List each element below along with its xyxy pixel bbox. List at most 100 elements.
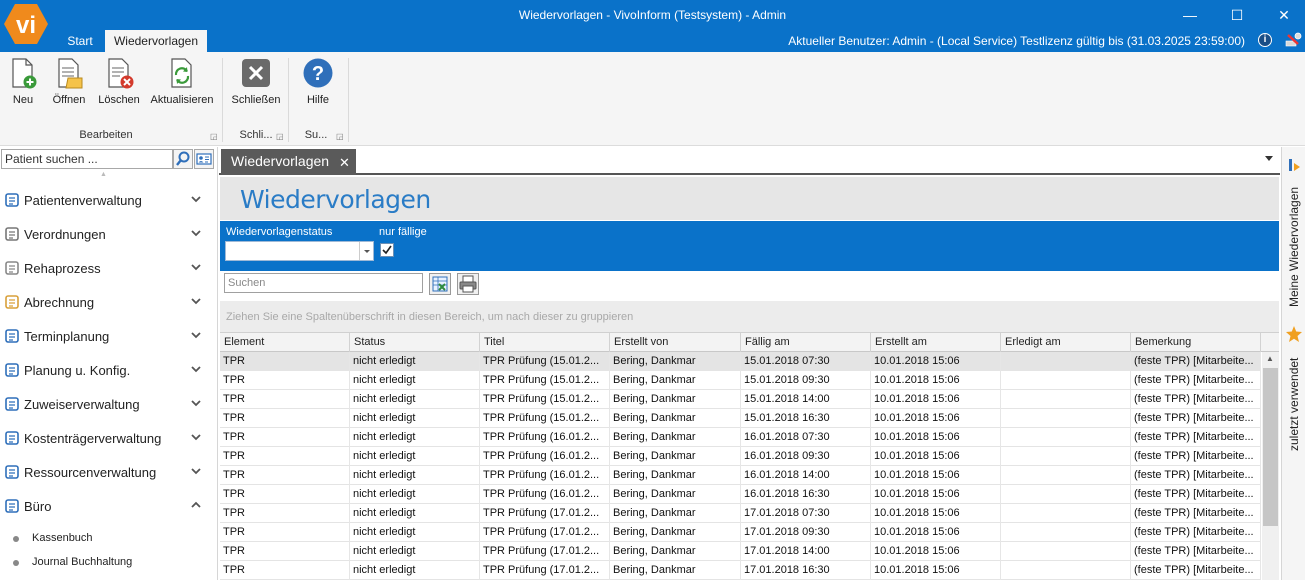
sidebar-item-label: Ressourcenverwaltung — [24, 465, 157, 480]
tab-list-dropdown-icon[interactable] — [1265, 156, 1273, 161]
document-tab-wiedervorlagen[interactable]: Wiedervorlagen ✕ — [221, 149, 356, 175]
table-cell: Bering, Dankmar — [610, 447, 741, 466]
grid-vertical-scrollbar[interactable]: ▲ — [1262, 352, 1279, 580]
sub-item-1[interactable]: Journal Buchhaltung — [0, 552, 215, 574]
table-row[interactable]: TPR nicht erledigt TPR Prüfung (16.01.2...… — [220, 447, 1261, 466]
sidebar-item-5[interactable]: Planung u. Konfig. — [0, 353, 215, 387]
reminder-icon[interactable] — [1286, 157, 1302, 173]
table-cell — [1001, 409, 1131, 428]
table-row[interactable]: TPR nicht erledigt TPR Prüfung (15.01.2...… — [220, 409, 1261, 428]
tab-start[interactable]: Start — [57, 31, 103, 52]
table-row[interactable]: TPR nicht erledigt TPR Prüfung (17.01.2...… — [220, 504, 1261, 523]
table-cell — [1001, 523, 1131, 542]
column-header[interactable]: Erstellt am — [871, 333, 1001, 352]
excel-export-icon — [432, 276, 448, 292]
column-header[interactable]: Erstellt von — [610, 333, 741, 352]
document-tab-close-icon[interactable]: ✕ — [339, 155, 350, 171]
help-button[interactable]: ? Hilfe — [300, 56, 336, 106]
group-launcher-support-icon[interactable]: ◲ — [336, 132, 344, 141]
delete-button[interactable]: Löschen — [96, 56, 142, 106]
sidebar-item-4[interactable]: Terminplanung — [0, 319, 215, 353]
ribbon-group-edit: Bearbeiten — [79, 129, 133, 141]
sub-item-0[interactable]: Kassenbuch — [0, 528, 215, 550]
tab-wiedervorlagen[interactable]: Wiedervorlagen — [105, 30, 207, 52]
sidebar-item-label: Zuweiserverwaltung — [24, 397, 140, 412]
open-button[interactable]: Öffnen — [50, 56, 88, 106]
table-cell: (feste TPR) [Mitarbeite... — [1131, 485, 1261, 504]
group-launcher-close-icon[interactable]: ◲ — [276, 132, 284, 141]
due-only-checkbox[interactable] — [380, 243, 394, 257]
table-row[interactable]: TPR nicht erledigt TPR Prüfung (17.01.2...… — [220, 561, 1261, 580]
print-button[interactable] — [457, 273, 479, 295]
sidebar-item-1[interactable]: Verordnungen — [0, 217, 215, 251]
sidebar-item-3[interactable]: Abrechnung — [0, 285, 215, 319]
table-cell: nicht erledigt — [350, 428, 480, 447]
bullet-icon — [13, 560, 19, 566]
table-cell — [1001, 542, 1131, 561]
chevron-down-icon[interactable] — [190, 432, 202, 442]
close-document-button[interactable]: Schließen — [230, 56, 282, 106]
sidebar-item-6[interactable]: Zuweiserverwaltung — [0, 387, 215, 421]
sidebar-item-0[interactable]: Patientenverwaltung — [0, 183, 215, 217]
sidebar-item-8[interactable]: Ressourcenverwaltung — [0, 455, 215, 489]
maximize-button[interactable]: ☐ — [1217, 4, 1257, 26]
info-icon[interactable]: i — [1258, 33, 1272, 47]
sidebar-item-9[interactable]: Büro — [0, 489, 215, 523]
column-header[interactable]: Erledigt am — [1001, 333, 1131, 352]
chevron-down-icon[interactable] — [190, 228, 202, 238]
minimize-button[interactable]: — — [1170, 4, 1210, 26]
patient-card-button[interactable] — [194, 149, 214, 169]
group-by-panel[interactable]: Ziehen Sie eine Spaltenüberschrift in di… — [220, 301, 1279, 332]
group-launcher-edit-icon[interactable]: ◲ — [210, 132, 218, 141]
sidebar-item-7[interactable]: Kostenträgerverwaltung — [0, 421, 215, 455]
sidebar-item-2[interactable]: Rehaprozess — [0, 251, 215, 285]
table-row[interactable]: TPR nicht erledigt TPR Prüfung (16.01.2...… — [220, 428, 1261, 447]
table-row[interactable]: TPR nicht erledigt TPR Prüfung (17.01.2...… — [220, 542, 1261, 561]
table-cell — [1001, 371, 1131, 390]
star-icon[interactable] — [1285, 325, 1303, 343]
panel-my-reminders[interactable]: Meine Wiedervorlagen — [1287, 187, 1301, 307]
export-excel-button[interactable] — [429, 273, 451, 295]
new-button[interactable]: Neu — [8, 56, 38, 106]
panel-recently-used[interactable]: zuletzt verwendet — [1287, 358, 1301, 451]
grid-search-input[interactable] — [224, 273, 423, 293]
table-cell: nicht erledigt — [350, 390, 480, 409]
table-row[interactable]: TPR nicht erledigt TPR Prüfung (15.01.2...… — [220, 371, 1261, 390]
chevron-down-icon[interactable] — [190, 398, 202, 408]
chevron-down-icon[interactable] — [190, 262, 202, 272]
chevron-up-icon[interactable] — [190, 500, 202, 510]
table-cell: Bering, Dankmar — [610, 390, 741, 409]
scrollbar-thumb[interactable] — [1263, 368, 1278, 526]
table-cell: TPR Prüfung (16.01.2... — [480, 447, 610, 466]
table-row[interactable]: TPR nicht erledigt TPR Prüfung (15.01.2...… — [220, 390, 1261, 409]
chevron-down-icon[interactable] — [190, 466, 202, 476]
table-cell: nicht erledigt — [350, 504, 480, 523]
nav-scroll-up-icon[interactable]: ▲ — [100, 171, 107, 178]
chevron-down-icon[interactable] — [190, 194, 202, 204]
patient-search-input[interactable] — [1, 149, 173, 169]
table-cell: TPR Prüfung (17.01.2... — [480, 561, 610, 580]
table-cell: 16.01.2018 14:00 — [741, 466, 871, 485]
table-row[interactable]: TPR nicht erledigt TPR Prüfung (17.01.2...… — [220, 523, 1261, 542]
close-window-button[interactable]: ✕ — [1264, 4, 1304, 26]
column-header[interactable]: Titel — [480, 333, 610, 352]
scroll-up-icon[interactable]: ▲ — [1266, 354, 1274, 363]
chevron-down-icon[interactable] — [190, 296, 202, 306]
patient-search-button[interactable] — [173, 149, 193, 169]
table-cell: TPR — [220, 504, 350, 523]
status-dropdown-button[interactable] — [359, 242, 373, 260]
column-header[interactable]: Fällig am — [741, 333, 871, 352]
table-row[interactable]: TPR nicht erledigt TPR Prüfung (16.01.2...… — [220, 485, 1261, 504]
table-row[interactable]: TPR nicht erledigt TPR Prüfung (15.01.2...… — [220, 352, 1261, 371]
sub-item-label: Kassenbuch — [32, 532, 93, 544]
tools-icon[interactable] — [1284, 32, 1302, 48]
chevron-down-icon[interactable] — [190, 330, 202, 340]
chevron-down-icon[interactable] — [190, 364, 202, 374]
table-cell: 15.01.2018 09:30 — [741, 371, 871, 390]
column-header[interactable]: Element — [220, 333, 350, 352]
column-header[interactable]: Status — [350, 333, 480, 352]
status-filter-select[interactable] — [225, 241, 374, 261]
table-row[interactable]: TPR nicht erledigt TPR Prüfung (16.01.2...… — [220, 466, 1261, 485]
refresh-button[interactable]: Aktualisieren — [150, 56, 214, 106]
column-header[interactable]: Bemerkung — [1131, 333, 1261, 352]
